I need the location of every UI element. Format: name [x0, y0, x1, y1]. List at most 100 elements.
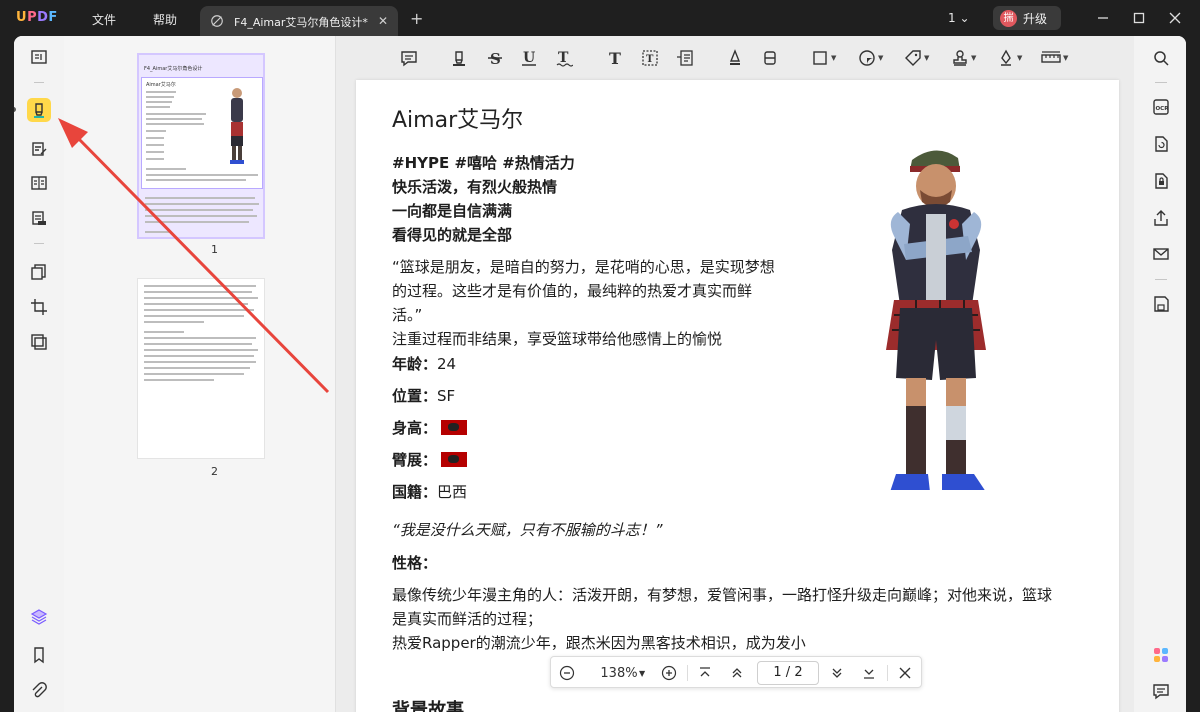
minimize-icon[interactable] [1095, 10, 1111, 26]
note-line: 注重过程而非结果，享受篮球带给他感情上的愉悦 [392, 330, 723, 348]
chevron-down-icon: ⌄ [959, 11, 970, 25]
page-separator: / [785, 665, 791, 680]
pdf-page: Aimar艾马尔 #HYPE #嘻哈 #热情活力 快乐活泼，有烈火般热情 一向都… [356, 80, 1119, 712]
comments-list-icon[interactable] [1151, 681, 1171, 701]
document-title: Aimar艾马尔 [392, 108, 524, 133]
bookmark-icon[interactable] [27, 643, 51, 667]
window-count: 1 [948, 11, 956, 25]
total-pages: 2 [794, 665, 803, 680]
rail-divider [1155, 82, 1167, 83]
page-organize-icon[interactable] [27, 171, 51, 195]
tag-dropdown[interactable]: ▼ [904, 48, 929, 68]
close-window-icon[interactable] [1167, 10, 1183, 26]
thumb-text-line [144, 331, 184, 333]
close-navigation-icon[interactable] [897, 663, 913, 683]
wingspan-label: 臂展： [392, 451, 438, 469]
quote-line: 活。” [392, 306, 423, 324]
sticky-note-icon[interactable] [400, 48, 418, 68]
menu-file[interactable]: 文件 [92, 11, 116, 28]
svg-text:OCR: OCR [1156, 106, 1170, 112]
attachment-icon[interactable] [27, 679, 51, 703]
wingspan-row: 臂展： [392, 449, 468, 470]
thumb-text-line [146, 91, 176, 93]
page-thumbnail-1[interactable]: F4_Aimar艾马尔角色设计 Aimar艾马尔 [137, 53, 265, 239]
zoom-out-icon[interactable] [559, 663, 575, 683]
sticker-dropdown[interactable]: ▼ [858, 48, 883, 68]
thumb-text-line [145, 231, 169, 233]
upgrade-button[interactable]: 揣 升级 [993, 6, 1061, 30]
caret-down-icon: ▼ [1017, 54, 1023, 62]
zoom-in-icon[interactable] [661, 663, 677, 683]
text-callout-icon[interactable] [676, 48, 694, 68]
measure-dropdown[interactable]: ▼ [1041, 48, 1068, 68]
shape-dropdown[interactable]: ▼ [811, 48, 836, 68]
text-comment-icon[interactable]: T [606, 48, 624, 68]
age-value: 24 [437, 355, 457, 373]
first-page-icon[interactable] [697, 663, 713, 683]
svg-text:U: U [523, 50, 535, 66]
age-label: 年龄： [392, 355, 438, 373]
zoom-caret-icon[interactable]: ▼ [639, 663, 645, 683]
right-tool-rail: OCR [1134, 36, 1186, 712]
rail-divider [34, 82, 44, 83]
window-count-dropdown[interactable]: 1 ⌄ [948, 11, 970, 25]
previous-page-icon[interactable] [729, 663, 745, 683]
thumb-text-line [146, 101, 172, 103]
convert-icon[interactable] [1151, 134, 1171, 154]
height-row: 身高： [392, 417, 468, 438]
comment-highlighter-icon[interactable] [27, 98, 51, 122]
thumb-text-line [146, 118, 202, 120]
caret-down-icon: ▼ [878, 54, 884, 62]
share-icon[interactable] [1151, 208, 1171, 228]
sticker-icon [859, 50, 875, 66]
thumb-text-line [144, 343, 252, 345]
strikethrough-icon[interactable]: S [486, 48, 504, 68]
ocr-icon[interactable]: OCR [1151, 97, 1171, 117]
thumb-text-line [144, 349, 258, 351]
avatar: 揣 [1000, 10, 1017, 27]
last-page-icon[interactable] [861, 663, 877, 683]
protect-icon[interactable] [1151, 171, 1171, 191]
stamp-dropdown[interactable]: ▼ [951, 48, 976, 68]
motto-line: “我是没什么天赋，只有不服输的斗志！” [392, 521, 663, 539]
next-page-icon[interactable] [829, 663, 845, 683]
search-icon[interactable] [1151, 48, 1171, 68]
new-tab-button[interactable]: + [410, 9, 423, 28]
crop-icon[interactable] [27, 295, 51, 319]
nationality-value: 巴西 [437, 483, 468, 501]
active-indicator-dot [14, 107, 16, 112]
layers-icon[interactable] [27, 605, 51, 629]
thumbnail-page-number: 2 [211, 465, 218, 478]
organize-pages-icon[interactable] [27, 260, 51, 284]
document-tab[interactable]: F4_Aimar艾马尔角色设计* ✕ [200, 6, 398, 36]
page-thumbnail-2[interactable] [137, 278, 265, 459]
close-tab-icon[interactable]: ✕ [378, 14, 388, 28]
nationality-label: 国籍： [392, 483, 438, 501]
app-window: F4_Aimar艾马尔角色设计 Aimar艾马尔 1 2 S U T T T ▼… [14, 36, 1186, 712]
thumb-text-line [146, 113, 206, 115]
signature-dropdown[interactable]: ▼ [997, 48, 1022, 68]
reader-mode-icon[interactable] [27, 45, 51, 69]
eraser-icon[interactable] [761, 48, 779, 68]
text-box-icon[interactable]: T [641, 48, 659, 68]
save-icon[interactable] [1151, 294, 1171, 314]
page-number-input[interactable]: 1 / 2 [757, 661, 819, 685]
squiggly-icon[interactable]: T [555, 48, 573, 68]
upgrade-label: 升级 [1023, 12, 1048, 26]
personality-line: 热爱Rapper的潮流少年，跟杰米因为黑客技术相识，成为发小 [392, 634, 806, 652]
thumb-text-line [146, 106, 170, 108]
pen-nib-icon [1001, 49, 1011, 66]
menu-help[interactable]: 帮助 [153, 11, 177, 28]
edit-pdf-icon[interactable] [27, 137, 51, 161]
tag-icon [905, 50, 921, 66]
compress-icon[interactable] [27, 330, 51, 354]
pencil-icon[interactable] [726, 48, 744, 68]
email-icon[interactable] [1151, 244, 1171, 264]
form-edit-icon[interactable] [27, 206, 51, 230]
underline-icon[interactable]: U [520, 48, 538, 68]
maximize-icon[interactable] [1131, 10, 1147, 26]
thumb-text-line [144, 337, 256, 339]
highlight-icon[interactable] [450, 48, 468, 68]
ai-assistant-icon[interactable] [1151, 645, 1171, 665]
thumb-text-line [144, 361, 256, 363]
